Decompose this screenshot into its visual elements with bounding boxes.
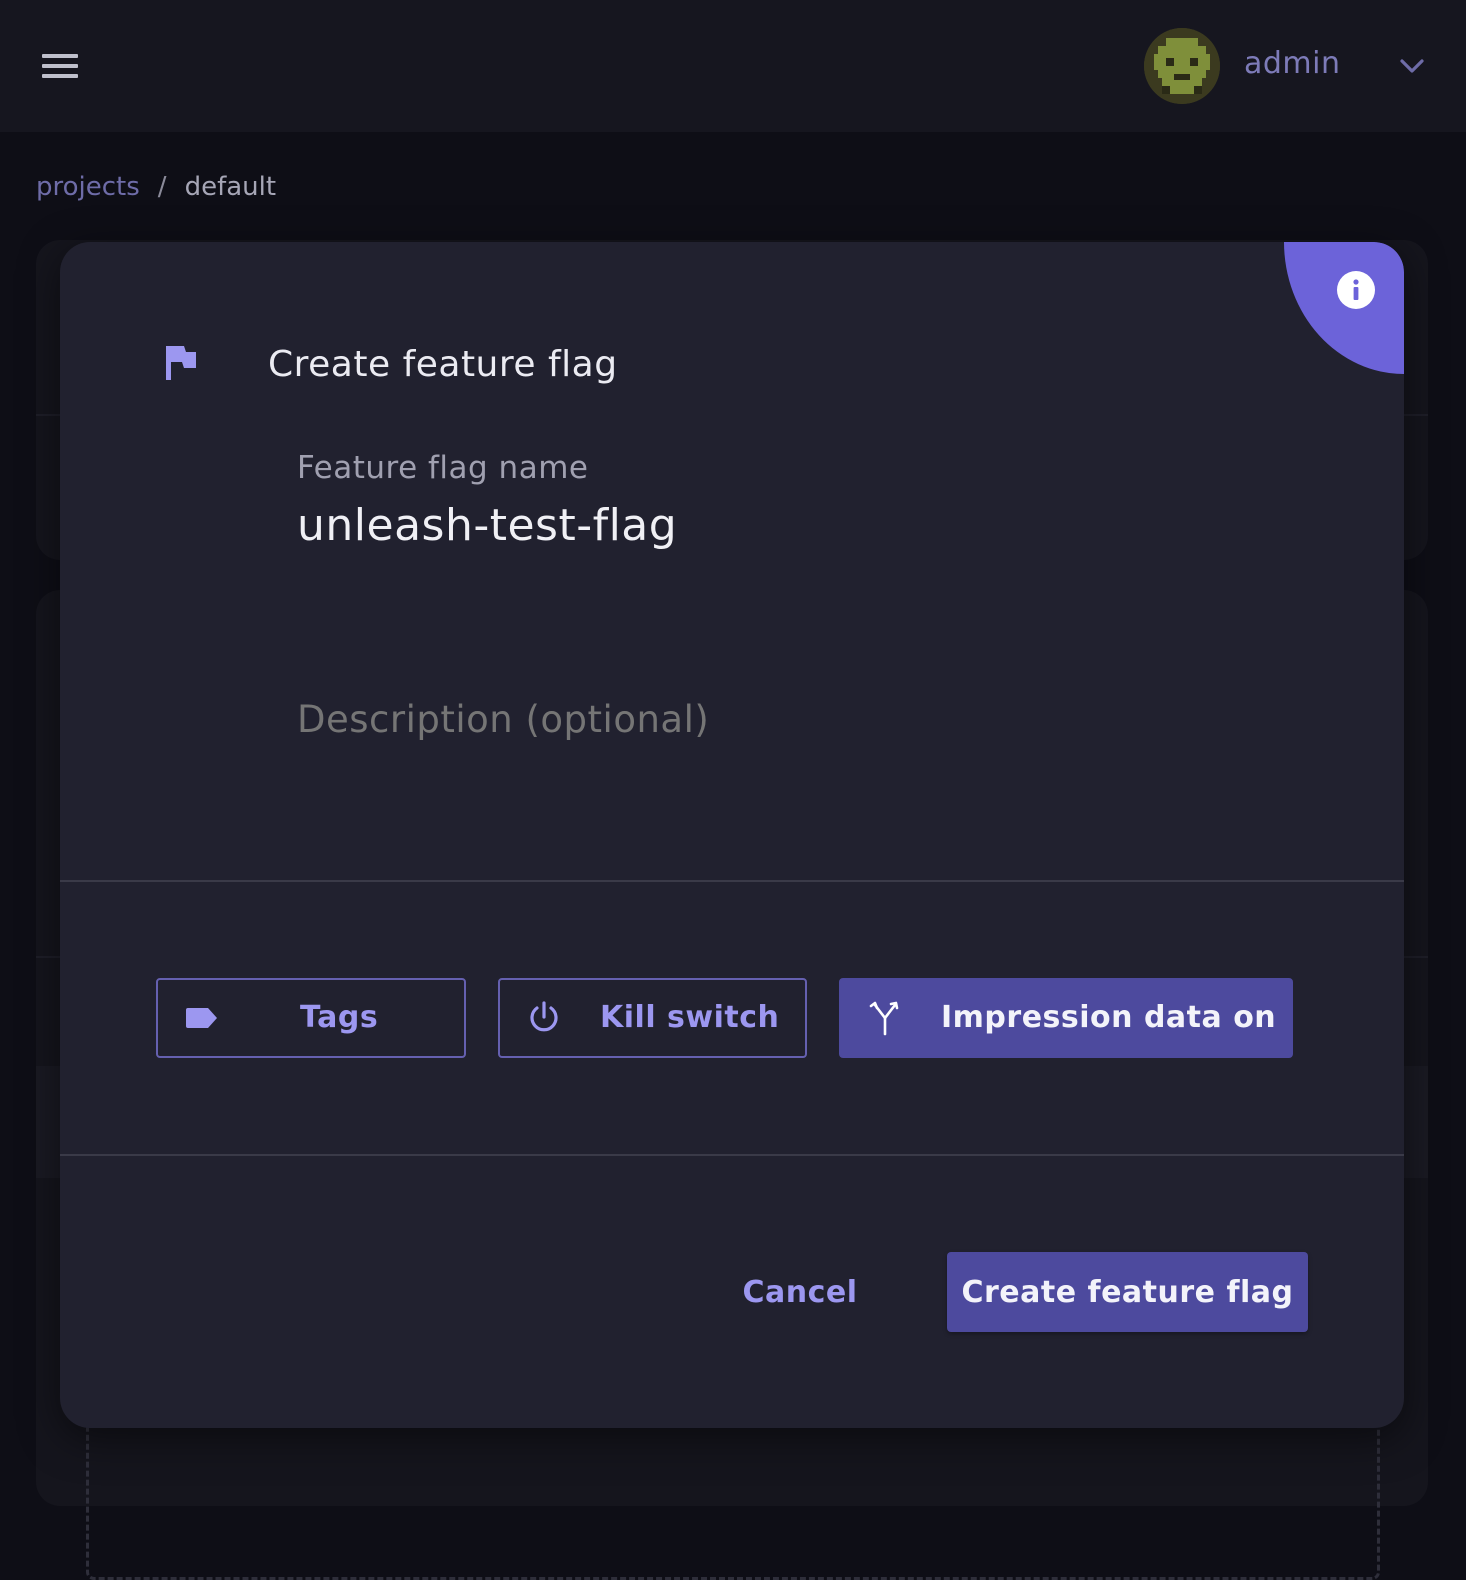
create-feature-flag-dialog: Create feature flag Feature flag name Ta… <box>60 242 1404 1428</box>
breadcrumb-separator: / <box>157 172 167 202</box>
tags-button[interactable]: Tags <box>156 978 466 1058</box>
tags-label: Tags <box>300 1000 379 1035</box>
divider <box>60 1154 1404 1156</box>
divider <box>60 880 1404 882</box>
feature-flag-name-input[interactable] <box>297 500 1197 551</box>
top-bar: admin <box>0 0 1466 132</box>
breadcrumb: projects / default <box>36 172 276 202</box>
flag-icon <box>164 344 198 382</box>
feature-flag-name-label: Feature flag name <box>297 450 589 486</box>
breadcrumb-link-projects[interactable]: projects <box>36 172 140 202</box>
impression-data-button[interactable]: Impression data on <box>839 978 1293 1058</box>
hamburger-menu-icon[interactable] <box>40 54 80 80</box>
tag-icon <box>184 1000 220 1036</box>
merge-arrows-icon <box>867 1000 903 1036</box>
user-name[interactable]: admin <box>1244 46 1341 81</box>
impression-data-label: Impression data on <box>941 1000 1277 1035</box>
breadcrumb-current: default <box>184 172 277 202</box>
chevron-down-icon[interactable] <box>1396 50 1428 82</box>
dialog-title: Create feature flag <box>268 344 618 385</box>
description-input[interactable] <box>297 698 1297 741</box>
kill-switch-label: Kill switch <box>600 1000 780 1035</box>
info-icon[interactable] <box>1336 270 1376 310</box>
cancel-button[interactable]: Cancel <box>728 1252 872 1332</box>
power-icon <box>526 1000 562 1036</box>
kill-switch-button[interactable]: Kill switch <box>498 978 807 1058</box>
avatar[interactable] <box>1144 28 1220 104</box>
create-feature-flag-button[interactable]: Create feature flag <box>947 1252 1308 1332</box>
